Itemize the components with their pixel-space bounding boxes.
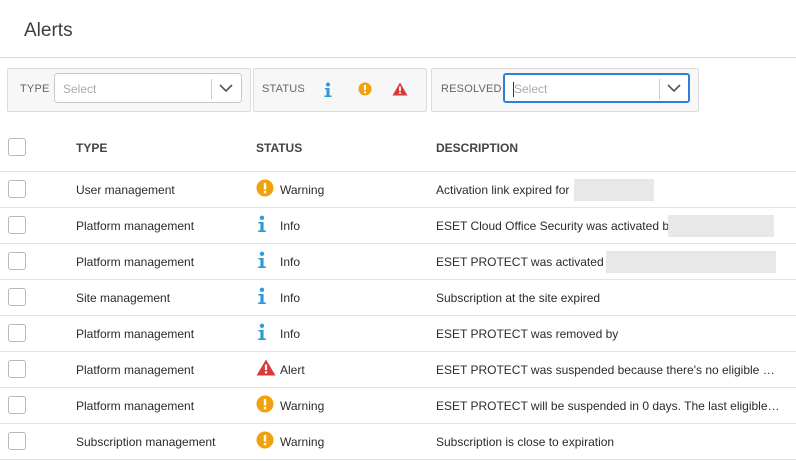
row-checkbox[interactable] <box>8 324 26 342</box>
resolved-filter-group: RESOLVED Select <box>431 68 699 112</box>
warning-icon <box>256 179 274 200</box>
table-row[interactable]: Subscription management Warning Subscripti… <box>0 423 796 460</box>
status-filter-group: STATUS <box>253 68 427 112</box>
column-header-status[interactable]: STATUS <box>256 141 302 155</box>
row-checkbox[interactable] <box>8 180 26 198</box>
row-description: Subscription at the site expired <box>436 291 601 305</box>
row-status-label: Info <box>280 291 301 305</box>
row-type: User management <box>76 183 175 197</box>
row-checkbox[interactable] <box>8 432 26 450</box>
status-filter-label: STATUS <box>262 83 305 95</box>
warning-icon[interactable] <box>358 82 372 96</box>
type-filter-placeholder: Select <box>63 82 97 96</box>
row-checkbox[interactable] <box>8 396 26 414</box>
resolved-filter-label: RESOLVED <box>441 83 502 95</box>
alert-icon[interactable] <box>392 82 408 96</box>
alert-icon <box>256 359 276 379</box>
row-type: Site management <box>76 291 171 305</box>
filter-bar: TYPE Select STATUS RESOLVED Select <box>7 68 796 112</box>
info-icon <box>256 251 268 272</box>
select-separator <box>659 79 660 99</box>
row-checkbox[interactable] <box>8 288 26 306</box>
column-header-type[interactable]: TYPE <box>76 141 107 155</box>
row-description: ESET PROTECT was suspended because there… <box>436 363 780 377</box>
column-header-description[interactable]: DESCRIPTION <box>436 141 518 155</box>
type-filter-select[interactable]: Select <box>54 73 242 103</box>
row-status-label: Info <box>280 327 301 341</box>
warning-icon <box>256 395 274 416</box>
row-status-label: Warning <box>280 399 325 413</box>
redacted-text <box>668 215 774 237</box>
chevron-down-icon[interactable] <box>219 83 233 93</box>
info-icon <box>256 323 268 344</box>
table-row[interactable]: User management Warning Activation link ex… <box>0 171 796 208</box>
row-type: Platform management <box>76 363 195 377</box>
select-all-checkbox[interactable] <box>8 138 26 156</box>
row-status-label: Warning <box>280 183 325 197</box>
row-type: Platform management <box>76 255 195 269</box>
resolved-filter-placeholder: Select <box>514 82 548 96</box>
row-type: Platform management <box>76 399 195 413</box>
table-row[interactable]: Platform management Warning ESET PROTECT w… <box>0 387 796 424</box>
info-icon <box>256 215 268 236</box>
title-divider <box>0 57 796 58</box>
warning-icon <box>256 431 274 452</box>
table-row[interactable]: Platform management Alert ESET PROTECT was… <box>0 351 796 388</box>
type-filter-group: TYPE Select <box>7 68 251 112</box>
row-status-label: Warning <box>280 435 325 449</box>
table-header: TYPE STATUS DESCRIPTION <box>0 130 796 170</box>
redacted-text <box>606 251 776 273</box>
row-description: ESET PROTECT was removed by <box>436 327 619 341</box>
row-status-label: Info <box>280 255 301 269</box>
row-checkbox[interactable] <box>8 252 26 270</box>
resolved-filter-select[interactable]: Select <box>503 73 690 103</box>
select-separator <box>211 79 212 99</box>
row-checkbox[interactable] <box>8 360 26 378</box>
row-status-label: Alert <box>280 363 305 377</box>
row-description: ESET PROTECT will be suspended in 0 days… <box>436 399 780 413</box>
table-row[interactable]: Site management Info Subscription at the s… <box>0 279 796 316</box>
row-checkbox[interactable] <box>8 216 26 234</box>
info-icon <box>256 287 268 308</box>
chevron-down-icon[interactable] <box>667 83 681 93</box>
type-filter-label: TYPE <box>20 83 50 95</box>
row-status-label: Info <box>280 219 301 233</box>
table-row[interactable]: Platform management Info ESET Cloud Office… <box>0 207 796 244</box>
table-row[interactable]: Platform management Info ESET PROTECT was … <box>0 315 796 352</box>
redacted-text <box>574 179 654 201</box>
row-type: Platform management <box>76 219 195 233</box>
row-type: Subscription management <box>76 435 216 449</box>
page-title: Alerts <box>24 20 73 41</box>
row-description: Subscription is close to expiration <box>436 435 615 449</box>
row-type: Platform management <box>76 327 195 341</box>
info-icon[interactable] <box>322 82 334 98</box>
table-row[interactable]: Platform management Info ESET PROTECT was … <box>0 243 796 280</box>
